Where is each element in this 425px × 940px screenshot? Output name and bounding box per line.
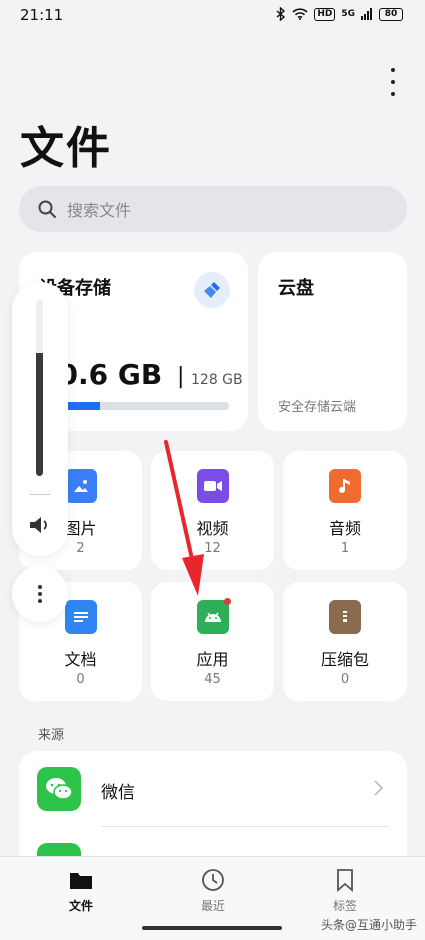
status-icons: HD 5G 80 [276,7,403,21]
more-dot-icon [391,92,395,96]
status-time: 21:11 [20,6,64,24]
tab-files[interactable]: 文件 [41,867,121,914]
android-icon [196,598,231,634]
source-label: 微信 [101,783,135,803]
volume-more-button[interactable] [12,566,68,622]
tile-label: 文档 [64,650,97,669]
more-dot-icon [391,80,395,84]
wechat-icon [37,767,81,811]
tile-count: 1 [340,541,350,556]
cloud-drive-subtitle: 安全存储云端 [278,400,357,415]
tile-label: 压缩包 [320,650,369,669]
divider [30,494,50,495]
category-tile-audio[interactable]: 音频 1 [283,451,407,570]
storage-total: 128 GB [191,372,243,388]
new-badge-dot [223,598,231,605]
image-icon [64,469,97,503]
signal-icon [361,8,372,20]
tab-tags[interactable]: 标签 [305,867,385,914]
page-title: 文件 [20,123,112,174]
tile-label: 应用 [196,650,229,669]
cloud-drive-title: 云盘 [278,278,314,299]
status-bar: 21:11 HD 5G 80 [0,0,425,30]
bookmark-icon [337,869,353,892]
volume-slider[interactable] [36,300,43,476]
bluetooth-icon [276,7,286,21]
archive-icon [329,600,361,634]
volume-panel[interactable] [12,282,68,556]
volume-level-fill [36,352,43,476]
more-dot-icon [391,68,395,72]
wifi-icon [292,8,308,20]
source-item-wechat[interactable]: 微信 [19,751,407,827]
sources-list: 微信 下载 [19,751,407,871]
speaker-icon[interactable] [27,514,51,536]
broom-icon [204,282,220,298]
tab-label: 文件 [68,899,93,913]
search-bar[interactable]: 搜索文件 [19,186,407,232]
cleanup-button[interactable] [194,272,230,308]
tab-recent[interactable]: 最近 [173,867,253,914]
signal-label: 5G [341,9,355,19]
folder-icon [70,873,92,889]
tile-count: 0 [76,672,85,687]
tile-count: 0 [340,672,350,687]
clock-icon [202,869,224,891]
tab-label: 最近 [200,899,225,913]
hd-badge: HD [314,7,336,21]
tab-label: 标签 [332,899,357,913]
more-dot-icon [38,585,42,589]
tile-label: 音频 [328,519,361,538]
music-icon [329,469,361,503]
sources-section-label: 来源 [38,728,65,743]
search-placeholder: 搜索文件 [67,201,132,220]
storage-separator: | [177,364,185,389]
home-indicator[interactable] [142,926,282,930]
battery-indicator: 80 [379,7,403,21]
watermark: 头条@互通小助手 [320,918,417,932]
more-dot-icon [38,592,42,596]
chevron-right-icon [374,780,384,796]
more-options-button[interactable] [385,68,401,96]
tile-count: 45 [204,672,221,687]
annotation-arrow-icon [164,440,204,596]
document-icon [64,600,97,634]
category-tile-archives[interactable]: 压缩包 0 [283,582,407,701]
more-dot-icon [38,599,42,603]
search-icon [38,200,56,218]
cloud-drive-card[interactable]: 云盘 安全存储云端 [258,252,407,431]
